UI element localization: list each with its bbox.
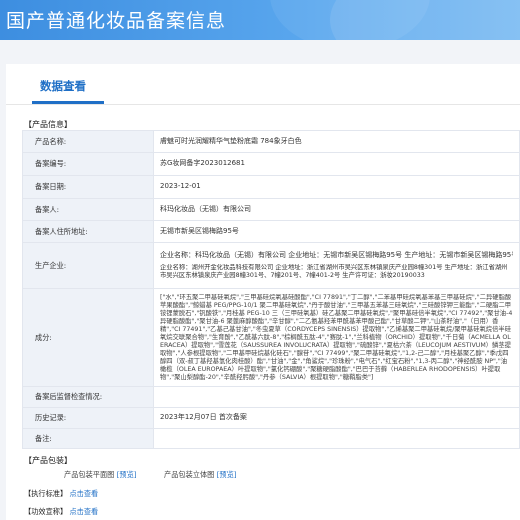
manufacturer-1: 企业名称：科玛化妆品（无锡）有限公司 企业地址：无锡市新吴区锡梅路95号 生产地…: [160, 251, 513, 260]
efficacy-view-link[interactable]: 点击查看: [69, 507, 98, 516]
section-title-efficacy: 【功效宣称】: [24, 507, 68, 516]
page-title: 国产普通化妆品备案信息: [6, 10, 227, 32]
field-value: 科玛化妆品（无锡）有限公司: [153, 198, 520, 221]
banner-decoration: [270, 0, 430, 40]
table-row: 备案人住所地址: 无锡市新吴区锡梅路95号: [22, 220, 520, 243]
efficacy-row: 【功效宣称】 点击查看: [24, 507, 98, 517]
packaging-flat-label: 产品包装平面图: [64, 470, 115, 479]
tab-bar: 数据查看: [6, 64, 520, 105]
section-title-packaging: 【产品包装】: [24, 456, 72, 465]
page-banner: 国产普通化妆品备案信息: [0, 0, 520, 40]
packaging-3d-row: 产品包装立体图 [预览]: [164, 470, 237, 480]
standard-view-link[interactable]: 点击查看: [69, 489, 98, 498]
field-label: 备案后监督检查情况:: [22, 386, 154, 408]
field-value: 无锡市新吴区锡梅路95号: [153, 220, 520, 243]
field-value: 2023-12-01: [153, 175, 520, 199]
standard-row: 【执行标准】 点击查看: [24, 489, 98, 499]
packaging-3d-label: 产品包装立体图: [164, 470, 215, 479]
section-title-product-info: 【产品信息】: [24, 120, 72, 129]
field-value: [153, 428, 520, 449]
field-value: [153, 386, 520, 408]
table-row: 生产企业: 企业名称：科玛化妆品（无锡）有限公司 企业地址：无锡市新吴区锡梅路9…: [22, 242, 520, 289]
field-label: 备案日期:: [22, 175, 154, 199]
field-value: ["水","环五聚二甲基硅氧烷","三甲基硅烷氧基硅酸酯","CI 77891"…: [153, 288, 520, 387]
manufacturer-2: 企业名称：湖州开金化妆品科技有限公司 企业地址：浙江省湖州市吴兴区东林镇泉庆产业…: [160, 263, 508, 279]
ingredients-list: ["水","环五聚二甲基硅氧烷","三甲基硅烷氧基硅酸酯","CI 77891"…: [160, 293, 513, 382]
table-row: 备案编号: 苏G妆网备字2023012681: [22, 152, 520, 176]
field-label: 备案人住所地址:: [22, 220, 154, 243]
field-value: 膚魅可时光润耀精华气垫粉底霜 784象牙白色: [153, 130, 520, 153]
section-title-standard: 【执行标准】: [24, 489, 68, 498]
table-row: 产品名称: 膚魅可时光润耀精华气垫粉底霜 784象牙白色: [22, 130, 520, 153]
table-row: 备注:: [22, 428, 520, 449]
field-value: 苏G妆网备字2023012681: [153, 152, 520, 176]
field-label: 产品名称:: [22, 130, 154, 153]
tab-active-indicator: [32, 101, 104, 104]
packaging-flat-preview-link[interactable]: [预览]: [117, 470, 137, 479]
field-label: 备案编号:: [22, 152, 154, 176]
table-row: 备案日期: 2023-12-01: [22, 175, 520, 199]
packaging-3d-preview-link[interactable]: [预览]: [217, 470, 237, 479]
field-value: 企业名称：科玛化妆品（无锡）有限公司 企业地址：无锡市新吴区锡梅路95号 生产地…: [153, 242, 520, 289]
field-label: 生产企业:: [22, 242, 154, 289]
product-info-table: 产品名称: 膚魅可时光润耀精华气垫粉底霜 784象牙白色 备案编号: 苏G妆网备…: [22, 130, 520, 449]
table-row: 历史记录: 2023年12月07日 首次备案: [22, 407, 520, 429]
packaging-flat-row: 产品包装平面图 [预览]: [64, 470, 137, 480]
field-label: 备案人:: [22, 198, 154, 221]
tab-data-view[interactable]: 数据查看: [40, 78, 86, 94]
field-label: 历史记录:: [22, 407, 154, 429]
field-value: 2023年12月07日 首次备案: [153, 407, 520, 429]
table-row: 备案后监督检查情况:: [22, 386, 520, 408]
table-row: 成分: ["水","环五聚二甲基硅氧烷","三甲基硅烷氧基硅酸酯","CI 77…: [22, 288, 520, 387]
field-label: 备注:: [22, 428, 154, 449]
field-label: 成分:: [22, 288, 154, 387]
content-card: 数据查看 【产品信息】 产品名称: 膚魅可时光润耀精华气垫粉底霜 784象牙白色…: [6, 64, 520, 520]
table-row: 备案人: 科玛化妆品（无锡）有限公司: [22, 198, 520, 221]
